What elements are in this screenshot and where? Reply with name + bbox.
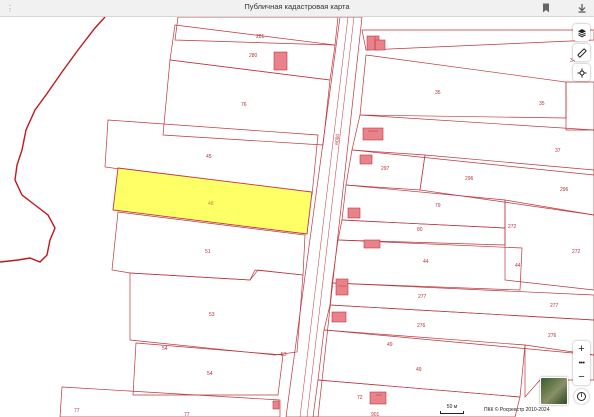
ruler-icon[interactable] bbox=[573, 44, 590, 61]
parcel-label: 35 bbox=[435, 90, 441, 96]
parcel-label: 297 bbox=[381, 166, 390, 172]
parcel-label: 45 bbox=[206, 154, 212, 160]
building bbox=[369, 391, 387, 405]
parcel-label: 276 bbox=[548, 333, 557, 339]
top-bar: ⋮ Публичная кадастровая карта bbox=[0, 0, 594, 17]
cadastral-map[interactable]: 281 280 76 45 48 51 53 54 54 77 77 35 35… bbox=[0, 17, 594, 417]
parcel-label: 272 bbox=[508, 224, 517, 230]
parcel-label: 901 bbox=[371, 412, 380, 417]
parcel-label: 80 bbox=[417, 227, 423, 233]
download-icon[interactable] bbox=[575, 1, 589, 15]
parcel-label: 79 bbox=[435, 203, 441, 209]
more-button[interactable]: ••• bbox=[573, 356, 590, 370]
building bbox=[374, 39, 386, 51]
parcel-label: 49 bbox=[387, 342, 393, 348]
zoom-in-button[interactable]: + bbox=[573, 342, 590, 356]
page-title: Публичная кадастровая карта bbox=[244, 2, 350, 11]
parcel-label: 44 bbox=[423, 259, 429, 265]
parcel-label: 54 bbox=[162, 346, 168, 352]
info-icon: i bbox=[577, 392, 586, 401]
parcel-label: 44 bbox=[515, 263, 521, 269]
building bbox=[362, 127, 384, 141]
parcel-label: 53 bbox=[209, 312, 215, 318]
zoom-out-button[interactable]: − bbox=[573, 370, 590, 384]
info-button[interactable]: i bbox=[574, 389, 589, 404]
copyright-text: ПКК © Росреестр 2010-2024 bbox=[484, 407, 550, 413]
parcel-label: 296 bbox=[465, 176, 474, 182]
parcel-label: 72 bbox=[357, 395, 363, 401]
zoom-controls: + ••• − bbox=[573, 341, 590, 385]
basemap-switcher[interactable] bbox=[540, 377, 568, 405]
parcel-label: 77 bbox=[184, 412, 190, 417]
parcel-label: 76 bbox=[241, 102, 247, 108]
parcel-label: 277 bbox=[550, 303, 559, 309]
parcel-label: 77 bbox=[74, 408, 80, 414]
parcel-label: 49 bbox=[416, 367, 422, 373]
building bbox=[331, 311, 347, 323]
building bbox=[363, 239, 381, 249]
bookmark-icon[interactable] bbox=[539, 1, 553, 15]
parcel-label: 48 bbox=[208, 201, 214, 207]
parcel-label: 296 bbox=[560, 187, 569, 193]
parcel-label: 272 bbox=[572, 249, 581, 255]
layers-icon[interactable] bbox=[573, 24, 590, 41]
scale-bar: 50 м bbox=[440, 404, 484, 416]
parcel-label: 35 bbox=[539, 101, 545, 107]
parcel-label: 54 bbox=[207, 371, 213, 377]
parcel-label: 37 bbox=[555, 148, 561, 154]
building bbox=[335, 278, 349, 296]
building bbox=[359, 154, 373, 165]
parcel-label: 53 bbox=[281, 352, 287, 358]
parcel-label: 51 bbox=[205, 249, 211, 255]
parcel-label: 281 bbox=[256, 34, 265, 40]
parcel-label: 276 bbox=[417, 323, 426, 329]
building bbox=[273, 51, 288, 71]
building bbox=[272, 400, 280, 410]
scale-label: 50 м bbox=[446, 404, 458, 410]
parcel-label: 280 bbox=[249, 53, 258, 59]
parcel-label: 277 bbox=[418, 294, 427, 300]
scale-line bbox=[440, 411, 464, 414]
building bbox=[347, 207, 361, 219]
crosshair-icon[interactable] bbox=[573, 64, 590, 81]
